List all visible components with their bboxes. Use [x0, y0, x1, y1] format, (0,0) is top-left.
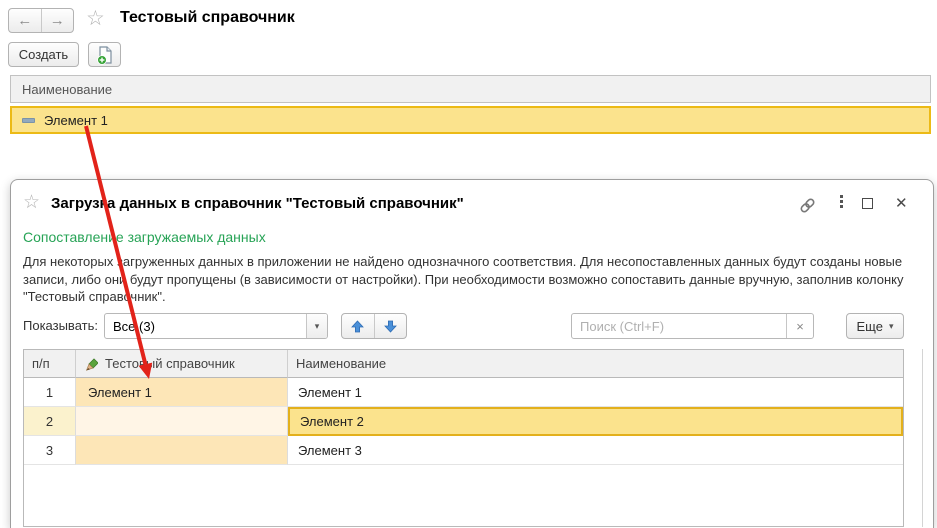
maximize-icon[interactable]	[862, 198, 873, 209]
search-input[interactable]	[572, 314, 786, 338]
row-1-num[interactable]: 1	[24, 378, 76, 407]
scrollbar-track[interactable]	[922, 349, 923, 527]
chevron-down-icon: ▾	[889, 321, 894, 332]
pencil-edit-icon	[84, 357, 98, 371]
more-menu-icon[interactable]	[840, 195, 843, 208]
list-row-selected[interactable]: Элемент 1	[10, 106, 931, 134]
row-3-name-cell[interactable]: Элемент 3	[288, 436, 903, 465]
more-button[interactable]: Еще ▾	[846, 313, 904, 339]
more-button-label: Еще	[857, 319, 883, 334]
row-3-mapped-cell[interactable]	[76, 436, 288, 465]
column-header-num[interactable]: п/п	[24, 350, 76, 378]
dialog-description: Для некоторых загруженных данных в прило…	[23, 253, 920, 306]
search-clear-button[interactable]: ×	[786, 314, 813, 338]
forward-icon: →	[50, 12, 65, 29]
favorite-star-icon[interactable]: ☆	[86, 8, 105, 29]
arrow-down-icon	[384, 320, 397, 333]
row-3-num[interactable]: 3	[24, 436, 76, 465]
row-1-mapped-cell[interactable]: Элемент 1	[76, 378, 288, 407]
combobox-dropdown-button[interactable]: ▾	[306, 314, 327, 338]
dialog-title: Загрузка данных в справочник "Тестовый с…	[51, 195, 464, 212]
load-data-button[interactable]	[88, 42, 121, 67]
chevron-down-icon: ▾	[315, 321, 320, 332]
history-nav-group: ← →	[8, 8, 74, 33]
row-1-name-cell[interactable]: Элемент 1	[288, 378, 903, 407]
arrow-up-icon	[351, 320, 364, 333]
forward-button[interactable]: →	[42, 9, 74, 32]
create-button[interactable]: Создать	[8, 42, 79, 67]
list-column-header[interactable]: Наименование	[10, 75, 931, 103]
column-header-name[interactable]: Наименование	[288, 350, 903, 378]
show-filter-label: Показывать:	[23, 318, 98, 333]
row-2-num[interactable]: 2	[24, 407, 76, 436]
dialog-favorite-star-icon[interactable]: ☆	[23, 193, 40, 212]
back-icon: ←	[17, 12, 32, 29]
move-buttons-group	[341, 313, 407, 339]
copy-link-icon[interactable]	[798, 196, 817, 215]
row-2-name-cell-selected[interactable]: Элемент 2	[288, 407, 903, 436]
close-icon[interactable]: ✕	[895, 196, 908, 211]
show-filter-value: Все (3)	[105, 314, 306, 338]
move-up-button[interactable]	[342, 314, 375, 338]
back-button[interactable]: ←	[9, 9, 42, 32]
show-filter-combobox[interactable]: Все (3) ▾	[104, 313, 328, 339]
mapping-table: п/п Тестовый справочник Наименование 1 Э…	[23, 349, 904, 527]
search-box: ×	[571, 313, 814, 339]
clear-icon: ×	[796, 319, 804, 334]
document-add-icon	[95, 45, 115, 65]
page-title: Тестовый справочник	[120, 9, 295, 27]
load-data-dialog: ☆ Загрузка данных в справочник "Тестовый…	[10, 179, 934, 528]
list-row-name: Элемент 1	[44, 113, 108, 128]
row-2-mapped-cell[interactable]	[76, 407, 288, 436]
move-down-button[interactable]	[375, 314, 407, 338]
section-heading: Сопоставление загружаемых данных	[23, 229, 266, 245]
catalog-element-icon	[22, 118, 35, 123]
column-header-mapped-label: Тестовый справочник	[105, 356, 235, 371]
column-header-mapped[interactable]: Тестовый справочник	[76, 350, 288, 378]
